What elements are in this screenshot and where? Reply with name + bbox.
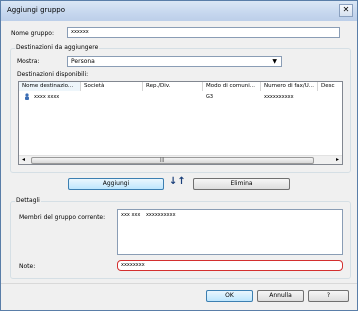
cancel-button[interactable]: Annulla	[257, 290, 304, 302]
chevron-down-icon: ▼	[272, 58, 277, 65]
window-title: Aggiungi gruppo	[7, 6, 66, 14]
table-row[interactable]: xxxx xxxx G3 xxxxxxxxxx	[19, 92, 342, 101]
group-name-label: Nome gruppo:	[11, 30, 54, 37]
move-arrows-icon: ↓↑	[169, 176, 186, 187]
member-name: xxx xxx	[121, 212, 141, 218]
list-item[interactable]: xxx xxx xxxxxxxxxx	[121, 211, 176, 219]
show-label: Mostra:	[17, 58, 40, 65]
member-number: xxxxxxxxxx	[145, 212, 176, 218]
available-destinations-label: Destinazioni disponibili:	[17, 71, 89, 78]
close-icon: ✕	[342, 5, 350, 14]
destinations-group-title: Destinazioni da aggiungere	[15, 44, 100, 51]
row-mode: G3	[206, 94, 214, 100]
scroll-right-icon[interactable]: ▸	[336, 156, 339, 163]
scroll-grip-icon: |||	[160, 157, 165, 162]
column-header-dept[interactable]: Rep./Div.	[143, 82, 203, 91]
remove-button-label: Elimina	[230, 180, 253, 187]
person-icon	[25, 93, 29, 100]
horizontal-scrollbar[interactable]: ◂ ||| ▸	[19, 155, 342, 164]
details-group-title: Dettagli	[15, 197, 41, 204]
column-header-name[interactable]: Nome destinazio...	[19, 82, 81, 91]
group-name-input[interactable]: xxxxxx	[67, 27, 340, 38]
close-button[interactable]: ✕	[339, 4, 353, 17]
cancel-button-label: Annulla	[269, 292, 292, 299]
note-value: xxxxxxxx	[121, 262, 145, 268]
available-destinations-list[interactable]: Nome destinazio... Società Rep./Div. Mod…	[18, 81, 343, 165]
help-button-label: ?	[326, 292, 331, 299]
column-header-desc[interactable]: Desc	[318, 82, 342, 91]
row-number: xxxxxxxxxx	[264, 94, 294, 100]
column-header-company[interactable]: Società	[81, 82, 143, 91]
help-button[interactable]: ?	[308, 290, 349, 302]
note-label: Note:	[19, 263, 36, 270]
current-members-label: Membri del gruppo corrente:	[19, 214, 106, 221]
add-button[interactable]: Aggiungi	[68, 178, 164, 190]
add-button-label: Aggiungi	[102, 180, 130, 187]
row-name: xxxx xxxx	[34, 94, 60, 100]
note-input[interactable]: xxxxxxxx	[117, 260, 343, 271]
column-header-mode[interactable]: Modo di comuni...	[203, 82, 261, 91]
scroll-left-icon[interactable]: ◂	[22, 156, 25, 163]
ok-button[interactable]: OK	[206, 290, 253, 302]
group-name-value: xxxxxx	[71, 29, 89, 35]
add-group-dialog: Aggiungi gruppo ✕ Nome gruppo: xxxxxx De…	[0, 0, 358, 311]
show-dropdown[interactable]: Persona ▼	[67, 56, 282, 67]
current-members-list[interactable]: xxx xxx xxxxxxxxxx	[117, 209, 343, 255]
show-value: Persona	[71, 58, 95, 65]
remove-button[interactable]: Elimina	[193, 178, 290, 190]
title-bar: Aggiungi gruppo ✕	[1, 1, 357, 21]
ok-button-label: OK	[225, 292, 234, 299]
column-header-number[interactable]: Numero di fax/U...	[261, 82, 318, 91]
footer-divider	[1, 283, 357, 284]
scroll-thumb[interactable]: |||	[31, 157, 314, 164]
